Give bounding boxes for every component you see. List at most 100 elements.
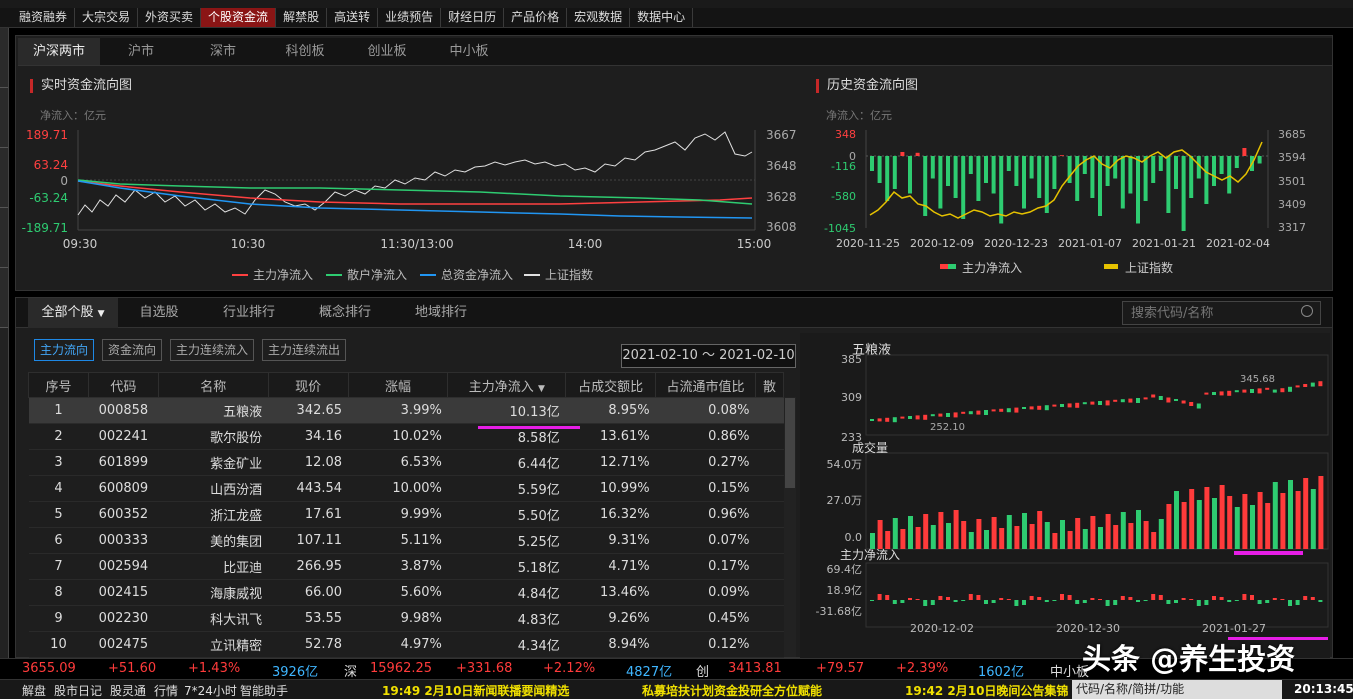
filter-main-flow[interactable]: 主力流向 xyxy=(34,339,95,361)
volume-bar xyxy=(1067,531,1073,549)
nav-tab-forecast[interactable]: 业绩预告 xyxy=(378,8,442,27)
btn-assistant[interactable]: 智能助手 xyxy=(240,682,288,699)
search-icon[interactable] xyxy=(1301,305,1313,317)
flow-bar xyxy=(1310,597,1315,600)
filter-continuous-in[interactable]: 主力连续流入 xyxy=(170,339,255,361)
volume-bar xyxy=(923,514,929,549)
flow-bar xyxy=(991,600,996,603)
volume-bar xyxy=(900,529,906,549)
cell-main-inflow: 6.44亿 xyxy=(447,449,566,476)
tab-all-stocks[interactable]: 全部个股 ▼ xyxy=(28,298,118,328)
flow-bar xyxy=(900,600,905,603)
col-index[interactable]: 序号 xyxy=(28,372,89,398)
table-row[interactable]: 5 600352 浙江龙盛 17.61 9.99% 5.50亿 16.32% 0.96% xyxy=(28,501,784,528)
flow-bar xyxy=(1166,600,1171,604)
table-row[interactable]: 7 002594 比亚迪 266.95 3.87% 5.18亿 4.71% 0.17% xyxy=(28,553,784,580)
tab-watchlist[interactable]: 自选股 xyxy=(120,298,198,328)
kline-candle xyxy=(1181,400,1186,404)
tab-industry[interactable]: 行业排行 xyxy=(204,298,294,328)
btn-lingtong[interactable]: 股灵通 xyxy=(110,682,146,699)
flow-bar xyxy=(1303,596,1308,600)
flow-bars xyxy=(870,594,1323,606)
nav-tab-price[interactable]: 产品价格 xyxy=(504,8,568,27)
table-row[interactable]: 6 000333 美的集团 107.11 5.11% 5.25亿 9.31% 0.07% xyxy=(28,527,784,554)
table-row[interactable]: 9 002230 科大讯飞 53.55 9.98% 4.83亿 9.26% 0.45% xyxy=(28,605,784,632)
history-bar xyxy=(1022,156,1026,209)
col-change[interactable]: 涨幅 xyxy=(347,372,449,398)
volume-tick: 54.0万 xyxy=(827,458,863,471)
y-right-tick: 3648 xyxy=(766,159,797,173)
col-code[interactable]: 代码 xyxy=(87,372,159,398)
flow-bar xyxy=(1143,600,1148,601)
legend-retail-label: 散户净流入 xyxy=(347,267,407,282)
filter-continuous-out[interactable]: 主力连续流出 xyxy=(262,339,347,361)
side-tab[interactable] xyxy=(0,28,8,88)
nav-tab-stock-flow[interactable]: 个股资金流 xyxy=(201,8,277,27)
col-price[interactable]: 现价 xyxy=(267,372,349,398)
y-right-tick: 3608 xyxy=(766,220,797,234)
volume-bar xyxy=(1265,503,1271,549)
search-box[interactable] xyxy=(1122,301,1321,325)
nav-tab-bonus[interactable]: 高送转 xyxy=(327,8,379,27)
col-float-ratio[interactable]: 占流通市值比 xyxy=(655,372,756,398)
table-row[interactable]: 10 002475 立讯精密 52.78 4.97% 4.34亿 8.94% 0.12% xyxy=(28,631,784,658)
cell-main-inflow: 4.84亿 xyxy=(447,579,566,606)
flow-bar xyxy=(1280,599,1285,600)
tab-region[interactable]: 地域排行 xyxy=(396,298,486,328)
col-name[interactable]: 名称 xyxy=(157,372,269,398)
tab-all-markets[interactable]: 沪深两市 xyxy=(18,38,100,65)
col-main-inflow[interactable]: 主力净流入 ▼ xyxy=(447,372,567,398)
btn-quote[interactable]: 行情 xyxy=(154,682,178,699)
table-scrollbar[interactable] xyxy=(784,397,796,657)
cell-price: 17.61 xyxy=(268,501,349,528)
kline-candle xyxy=(976,410,981,415)
nav-tab-foreign[interactable]: 外资买卖 xyxy=(138,8,202,27)
news-item-3[interactable]: 19:42 2月10日晚间公告集锦 xyxy=(905,682,1068,699)
btn-diary[interactable]: 股市日记 xyxy=(54,682,102,699)
table-row[interactable]: 3 601899 紫金矿业 12.08 6.53% 6.44亿 12.71% 0.27% xyxy=(28,449,784,476)
cell-change: 9.99% xyxy=(348,501,448,528)
search-input[interactable] xyxy=(1123,302,1293,324)
nav-tab-calendar[interactable]: 财经日历 xyxy=(441,8,505,27)
nav-tab-block-trade[interactable]: 大宗交易 xyxy=(75,8,139,27)
btn-jiepan[interactable]: 解盘 xyxy=(22,682,46,699)
volume-bar xyxy=(1303,478,1309,549)
date-range-picker[interactable]: 2021-02-10 ～ 2021-02-10 xyxy=(621,344,796,368)
table-row[interactable]: 1 000858 五粮液 342.65 3.99% 10.13亿 8.95% 0.08% xyxy=(28,397,784,424)
kline-candle xyxy=(1280,388,1285,393)
volume-bar xyxy=(968,532,974,549)
tab-sz[interactable]: 深市 xyxy=(182,38,264,65)
ticker-sh-pct: +1.43% xyxy=(188,661,241,676)
cell-code: 002230 xyxy=(88,605,159,632)
flow-bar xyxy=(1128,597,1133,600)
cell-index: 9 xyxy=(28,605,89,632)
flow-bar xyxy=(1044,600,1049,602)
table-row[interactable]: 4 600809 山西汾酒 443.54 10.00% 5.59亿 10.99% 0.15% xyxy=(28,475,784,502)
y-left-tick: -1045 xyxy=(824,222,856,235)
tab-gem[interactable]: 创业板 xyxy=(346,38,428,65)
news-item-1[interactable]: 19:49 2月10日新闻联播要闻精选 xyxy=(382,682,569,699)
table-row[interactable]: 2 002241 歌尔股份 34.16 10.02% 8.58亿 13.61% 0.86% xyxy=(28,423,784,450)
nav-tab-margin[interactable]: 融资融券 xyxy=(12,8,76,27)
kline-candle xyxy=(1174,399,1178,401)
news-item-2[interactable]: 私募培扶计划资金投研全方位赋能 xyxy=(642,682,822,699)
legend-total-label: 总资金净流入 xyxy=(441,267,513,282)
volume-bar xyxy=(1189,489,1195,549)
nav-tab-unlock[interactable]: 解禁股 xyxy=(276,8,328,27)
tab-sh[interactable]: 沪市 xyxy=(100,38,182,65)
kline-candle xyxy=(1310,382,1315,387)
filter-fund-flow[interactable]: 资金流向 xyxy=(102,339,163,361)
tab-sme[interactable]: 中小板 xyxy=(428,38,510,65)
tab-star[interactable]: 科创板 xyxy=(264,38,346,65)
cell-name: 比亚迪 xyxy=(158,553,269,580)
col-turnover-ratio[interactable]: 占成交额比 xyxy=(565,372,657,398)
table-row[interactable]: 8 002415 海康威视 66.00 5.60% 4.84亿 13.46% 0.09% xyxy=(28,579,784,606)
history-bar xyxy=(1136,156,1140,224)
btn-724[interactable]: 7*24小时 xyxy=(184,682,237,699)
bottom-search-field[interactable]: 代码/名称/简拼/功能 xyxy=(1072,680,1282,699)
nav-tab-data[interactable]: 数据中心 xyxy=(630,8,694,27)
nav-tab-macro[interactable]: 宏观数据 xyxy=(567,8,631,27)
tab-concept[interactable]: 概念排行 xyxy=(300,298,390,328)
col-retail[interactable]: 散 xyxy=(754,372,785,398)
bottom-bar: 解盘 股市日记 股灵通 行情 7*24小时 智能助手 19:49 2月10日新闻… xyxy=(0,679,1353,699)
